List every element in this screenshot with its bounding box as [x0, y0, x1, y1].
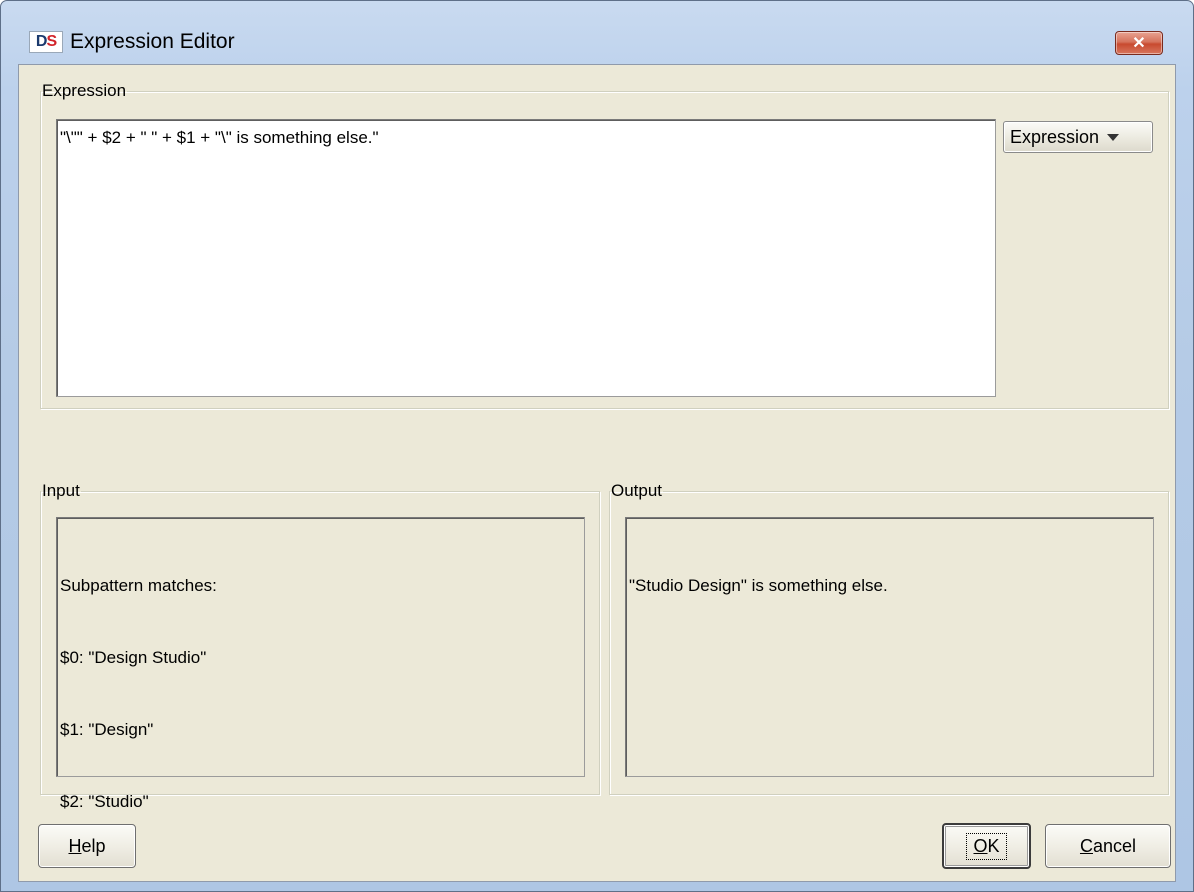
input-line: $2: "Studio"	[60, 792, 149, 811]
dialog-body: Expression "\"" + $2 + " " + $1 + "\" is…	[18, 64, 1176, 882]
chevron-down-icon	[1107, 133, 1120, 141]
expression-dropdown-button[interactable]: Expression	[1003, 121, 1153, 153]
ok-mnemonic: O	[973, 835, 988, 856]
logo-letter-d: D	[35, 33, 48, 50]
cancel-mnemonic: C	[1079, 835, 1093, 856]
window-title: Expression Editor	[70, 30, 235, 53]
help-label: elp	[81, 835, 106, 856]
expression-legend: Expression	[42, 81, 127, 100]
ok-button[interactable]: OK	[942, 823, 1031, 869]
logo-letter-s: S	[46, 33, 57, 50]
ds-logo-icon: DS	[29, 31, 63, 53]
input-textarea[interactable]: Subpattern matches: $0: "Design Studio" …	[56, 517, 585, 811]
input-legend: Input	[42, 481, 80, 500]
help-button[interactable]: Help	[38, 824, 136, 868]
close-icon: ✕	[1132, 35, 1146, 52]
close-button[interactable]: ✕	[1115, 31, 1163, 55]
expression-textarea[interactable]: "\"" + $2 + " " + $1 + "\" is something …	[56, 119, 996, 397]
expression-editor-window: DS Expression Editor ✕ Expression "\"" +…	[0, 0, 1194, 892]
expression-dropdown-label: Expression	[1010, 126, 1100, 147]
title-bar[interactable]: DS Expression Editor ✕	[1, 1, 1193, 63]
input-line: $0: "Design Studio"	[60, 648, 207, 667]
input-line: $1: "Design"	[60, 720, 154, 739]
cancel-button[interactable]: Cancel	[1045, 824, 1171, 868]
output-textarea[interactable]: "Studio Design" is something else.	[625, 517, 1154, 777]
input-line: Subpattern matches:	[60, 576, 217, 595]
ok-label: K	[987, 835, 1000, 856]
output-legend: Output	[611, 481, 663, 500]
output-line: "Studio Design" is something else.	[629, 576, 888, 595]
cancel-label: ancel	[1092, 835, 1137, 856]
ok-focus-ring: OK	[966, 832, 1007, 860]
help-mnemonic: H	[68, 835, 82, 856]
